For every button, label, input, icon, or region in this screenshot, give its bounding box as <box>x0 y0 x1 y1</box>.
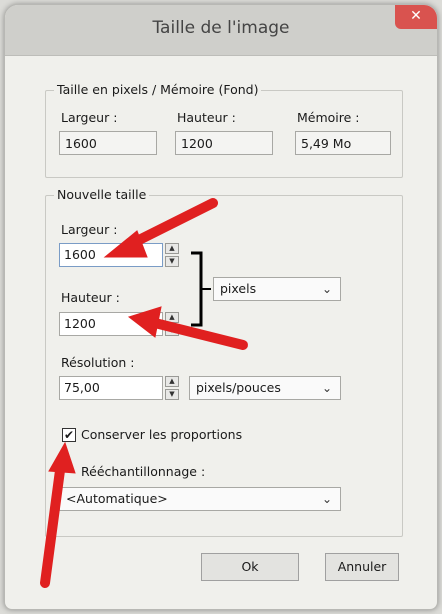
chevron-down-icon: ⌄ <box>321 282 332 296</box>
current-width-value: 1600 <box>59 131 157 155</box>
dialog-title: Taille de l'image <box>152 18 290 38</box>
new-height-input[interactable]: 1200 <box>59 312 163 336</box>
spin-down-icon[interactable]: ▼ <box>165 389 179 400</box>
new-height-label: Hauteur : <box>61 290 120 305</box>
unit-select-value: pixels <box>220 281 257 296</box>
resample-label: Rééchantillonnage : <box>81 464 206 479</box>
unit-select[interactable]: pixels ⌄ <box>213 277 341 301</box>
current-height-value: 1200 <box>175 131 273 155</box>
chevron-down-icon: ⌄ <box>321 381 332 395</box>
new-width-input[interactable]: 1600 <box>59 243 163 267</box>
resolution-unit-select[interactable]: pixels/pouces ⌄ <box>189 376 341 400</box>
spin-up-icon[interactable]: ▲ <box>165 312 179 323</box>
new-size-group-label: Nouvelle taille <box>54 187 150 202</box>
new-height-spinner[interactable]: ▲ ▼ <box>165 312 179 336</box>
resolution-unit-value: pixels/pouces <box>196 380 281 395</box>
resample-select[interactable]: <Automatique> ⌄ <box>59 487 341 511</box>
close-button[interactable]: ✕ <box>395 5 437 29</box>
chevron-down-icon: ⌄ <box>321 492 332 506</box>
memory-label: Mémoire : <box>297 110 360 125</box>
keep-proportions-label[interactable]: Conserver les proportions <box>81 427 242 442</box>
new-width-label: Largeur : <box>61 222 118 237</box>
new-width-spinner[interactable]: ▲ ▼ <box>165 243 179 267</box>
spin-down-icon[interactable]: ▼ <box>165 256 179 267</box>
checkmark-icon: ✔ <box>63 428 75 442</box>
spin-down-icon[interactable]: ▼ <box>165 325 179 336</box>
current-width-label: Largeur : <box>61 110 118 125</box>
spin-up-icon[interactable]: ▲ <box>165 243 179 254</box>
image-size-dialog: Taille de l'image ✕ Taille en pixels / M… <box>4 4 438 610</box>
current-height-label: Hauteur : <box>177 110 236 125</box>
resolution-label: Résolution : <box>61 355 135 370</box>
memory-value: 5,49 Mo <box>295 131 391 155</box>
resample-select-value: <Automatique> <box>66 491 168 506</box>
cancel-button[interactable]: Annuler <box>325 553 399 581</box>
title-bar: Taille de l'image ✕ <box>5 5 437 56</box>
pixel-memory-group-label: Taille en pixels / Mémoire (Fond) <box>54 82 262 97</box>
close-icon: ✕ <box>410 8 422 24</box>
keep-proportions-checkbox[interactable]: ✔ <box>62 428 76 442</box>
resolution-spinner[interactable]: ▲ ▼ <box>165 376 179 400</box>
resolution-input[interactable]: 75,00 <box>59 376 163 400</box>
ok-button[interactable]: Ok <box>201 553 299 581</box>
spin-up-icon[interactable]: ▲ <box>165 376 179 387</box>
